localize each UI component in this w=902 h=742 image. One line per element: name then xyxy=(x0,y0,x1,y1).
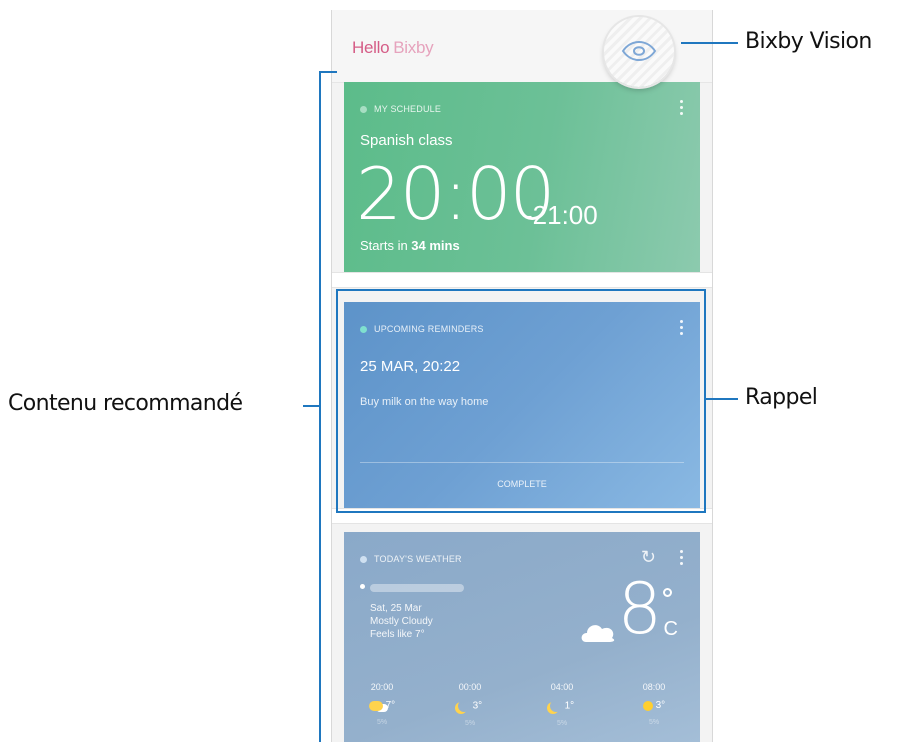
recommended-content-label: Contenu recommandé xyxy=(8,391,243,416)
countdown-value: 34 mins xyxy=(411,238,460,253)
more-options-icon[interactable] xyxy=(680,100,684,118)
recommended-bracket-top xyxy=(319,71,337,73)
forecast-item: 20:00 7° 5% xyxy=(368,682,396,727)
bixby-vision-leader-line xyxy=(681,42,738,44)
app-title: Hello Bixby xyxy=(352,38,434,58)
temperature-unit: C xyxy=(663,618,678,640)
location-pin-icon xyxy=(360,584,365,589)
bixby-vision-label: Bixby Vision xyxy=(745,29,872,54)
event-title: Spanish class xyxy=(360,132,453,149)
weather-card[interactable]: TODAY'S WEATHER ↻ Sat, 25 Mar Mostly Clo… xyxy=(344,532,700,742)
eye-icon xyxy=(621,41,657,61)
event-countdown: Starts in 34 mins xyxy=(360,238,460,253)
event-end-time: -21:00 xyxy=(524,200,598,230)
card-divider xyxy=(332,272,712,288)
reminder-label: Rappel xyxy=(745,385,818,410)
more-options-icon[interactable] xyxy=(680,550,684,568)
forecast-item: 04:00 1° 5% xyxy=(550,682,575,727)
cloud-small-icon xyxy=(360,556,367,564)
weather-details: Sat, 25 Mar Mostly Cloudy Feels like 7° xyxy=(370,602,433,641)
forecast-item: 08:00 3° 5% xyxy=(642,682,666,727)
calendar-icon xyxy=(360,106,367,114)
degree-symbol xyxy=(663,588,672,597)
reminder-leader-line xyxy=(704,398,738,400)
recommended-bracket-line xyxy=(319,71,321,742)
location-name-blurred xyxy=(370,584,464,592)
hello-text: Hello xyxy=(352,38,390,57)
reminder-highlight-box xyxy=(336,289,706,513)
moon-cloud-icon xyxy=(368,700,383,711)
weather-feels-like: Feels like 7° xyxy=(370,629,425,640)
moon-icon xyxy=(458,700,470,712)
weather-condition: Mostly Cloudy xyxy=(370,616,433,627)
refresh-icon[interactable]: ↻ xyxy=(641,547,656,568)
schedule-tag: MY SCHEDULE xyxy=(360,104,441,114)
moon-icon xyxy=(550,700,562,712)
schedule-card[interactable]: MY SCHEDULE Spanish class 20:00 -21:00 S… xyxy=(344,82,700,272)
current-temperature: 8 xyxy=(617,568,662,650)
cloudy-icon xyxy=(581,625,615,642)
sun-icon xyxy=(642,700,653,711)
weather-tag: TODAY'S WEATHER xyxy=(360,554,462,564)
bixby-vision-button[interactable] xyxy=(604,17,674,87)
bixby-text: Bixby xyxy=(393,38,434,57)
weather-date: Sat, 25 Mar xyxy=(370,603,422,614)
recommended-leader-line xyxy=(303,405,319,407)
location xyxy=(360,584,470,596)
forecast-item: 00:00 3° 5% xyxy=(458,682,483,727)
